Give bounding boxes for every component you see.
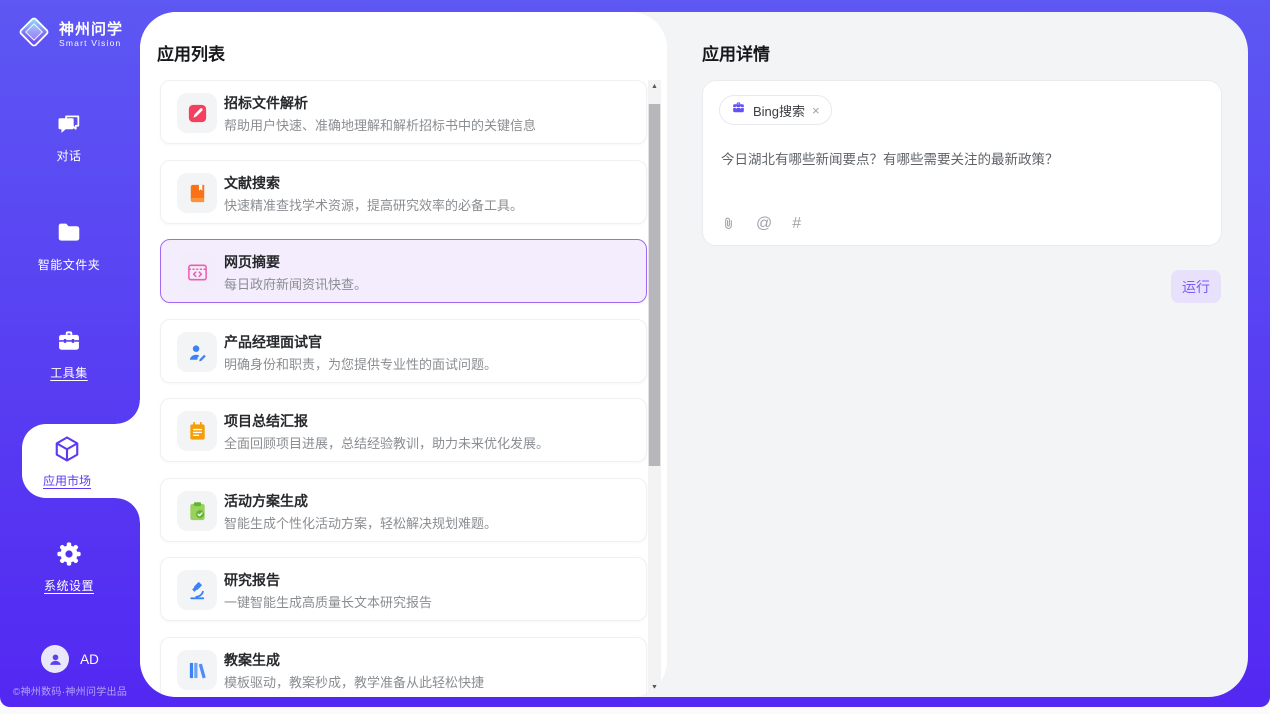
app-desc: 全面回顾项目进展，总结经验教训，助力未来优化发展。 (224, 433, 634, 452)
query-input[interactable]: 今日湖北有哪些新闻要点？有哪些需要关注的最新政策？ (721, 151, 1203, 169)
app-card-event-plan[interactable]: 活动方案生成 智能生成个性化活动方案，轻松解决规划难题。 (160, 478, 647, 542)
bubble-fillet-top (116, 400, 140, 424)
app-desc: 快速精准查找学术资源，提高研究效率的必备工具。 (224, 195, 634, 214)
brand-title: 神州问学 (59, 21, 123, 38)
main-content: 应用列表 招标文件解析 帮助用户快速、准确地理解和解析招标书中的关键信息 (140, 12, 1248, 697)
close-icon[interactable]: × (812, 104, 820, 117)
app-card-web-summary[interactable]: 网页摘要 每日政府新闻资讯快查。 (160, 239, 647, 303)
app-name: 文献搜索 (224, 173, 280, 193)
report-note-icon (177, 411, 217, 451)
sidebar-item-chat[interactable]: 对话 (0, 110, 138, 165)
hash-icon[interactable]: # (792, 216, 801, 232)
sidebar-item-label: 系统设置 (44, 577, 94, 594)
folder-icon (0, 219, 138, 251)
sidebar-item-toolset[interactable]: 工具集 (0, 327, 138, 382)
app-card-literature-search[interactable]: 文献搜索 快速精准查找学术资源，提高研究效率的必备工具。 (160, 160, 647, 224)
edit-square-icon (177, 93, 217, 133)
app-card-project-summary[interactable]: 项目总结汇报 全面回顾项目进展，总结经验教训，助力未来优化发展。 (160, 398, 647, 462)
app-card-bid-analysis[interactable]: 招标文件解析 帮助用户快速、准确地理解和解析招标书中的关键信息 (160, 80, 647, 144)
app-card-pm-interviewer[interactable]: 产品经理面试官 明确身份和职责，为您提供专业性的面试问题。 (160, 319, 647, 383)
sidebar-item-label: 对话 (56, 147, 81, 164)
app-list-panel: 应用列表 招标文件解析 帮助用户快速、准确地理解和解析招标书中的关键信息 (140, 12, 667, 697)
briefcase-icon (731, 100, 746, 120)
cube-icon (52, 434, 82, 469)
attachment-icon[interactable] (721, 215, 736, 232)
app-detail-panel: 应用详情 Bing搜索 × 今日 (667, 12, 1248, 697)
microscope-icon (177, 570, 217, 610)
app-card-research-report[interactable]: 研究报告 一键智能生成高质量长文本研究报告 (160, 557, 647, 621)
book-icon (177, 173, 217, 213)
run-button[interactable]: 运行 (1171, 270, 1221, 303)
chat-icon (0, 110, 138, 142)
app-desc: 每日政府新闻资讯快查。 (224, 274, 634, 293)
app-name: 招标文件解析 (224, 93, 308, 113)
bubble-fillet-bottom (116, 498, 140, 522)
toolbox-icon (0, 327, 138, 359)
app-name: 网页摘要 (224, 252, 280, 272)
sidebar-item-label: 应用市场 (43, 472, 91, 489)
app-desc: 一键智能生成高质量长文本研究报告 (224, 592, 634, 611)
app-name: 教案生成 (224, 650, 280, 670)
app-input-card: Bing搜索 × 今日湖北有哪些新闻要点？有哪些需要关注的最新政策？ @ # (702, 80, 1222, 246)
sidebar-item-app-market[interactable]: 应用市场 (22, 424, 140, 498)
app-name: 产品经理面试官 (224, 332, 322, 352)
tool-chip-label: Bing搜索 (753, 101, 805, 120)
avatar (41, 645, 69, 673)
sidebar-item-label: 智能文件夹 (38, 256, 101, 273)
brand-subtitle: Smart Vision (59, 38, 123, 48)
app-desc: 模板驱动，教案秒成，教学准备从此轻松快捷 (224, 672, 634, 691)
app-list-scrollbar[interactable]: ▲ ▼ (648, 80, 661, 694)
app-desc: 帮助用户快速、准确地理解和解析招标书中的关键信息 (224, 115, 634, 134)
brand-logo: 神州问学 Smart Vision (16, 12, 140, 56)
user-name: AD (80, 652, 99, 667)
app-name: 项目总结汇报 (224, 411, 308, 431)
mention-icon[interactable]: @ (756, 216, 772, 232)
user-account[interactable]: AD (0, 644, 140, 674)
clipboard-check-icon (177, 491, 217, 531)
sidebar-footer: ©神州数码·神州问学出品 (0, 683, 140, 698)
tool-chip-bing-search[interactable]: Bing搜索 × (719, 95, 832, 125)
input-toolbar: @ # (721, 215, 801, 232)
interviewer-icon (177, 332, 217, 372)
app-card-lesson-plan[interactable]: 教案生成 模板驱动，教案秒成，教学准备从此轻松快捷 (160, 637, 647, 697)
scroll-up-icon[interactable]: ▲ (648, 80, 661, 93)
app-name: 活动方案生成 (224, 491, 308, 511)
sidebar-item-label: 工具集 (50, 364, 88, 381)
app-desc: 明确身份和职责，为您提供专业性的面试问题。 (224, 354, 634, 373)
sidebar-item-settings[interactable]: 系统设置 (0, 540, 138, 595)
app-desc: 智能生成个性化活动方案，轻松解决规划难题。 (224, 513, 634, 532)
scroll-down-icon[interactable]: ▼ (648, 681, 661, 694)
brand-logo-icon (16, 14, 52, 55)
app-list-title: 应用列表 (157, 40, 225, 65)
app-name: 研究报告 (224, 570, 280, 590)
sidebar-item-smart-folder[interactable]: 智能文件夹 (0, 219, 138, 274)
books-icon (177, 650, 217, 690)
app-detail-title: 应用详情 (702, 40, 770, 65)
browser-code-icon (177, 252, 217, 292)
scrollbar-thumb[interactable] (648, 104, 661, 466)
app-window: 神州问学 Smart Vision 对话 智能文件夹 (0, 0, 1270, 714)
gear-icon (0, 540, 138, 572)
